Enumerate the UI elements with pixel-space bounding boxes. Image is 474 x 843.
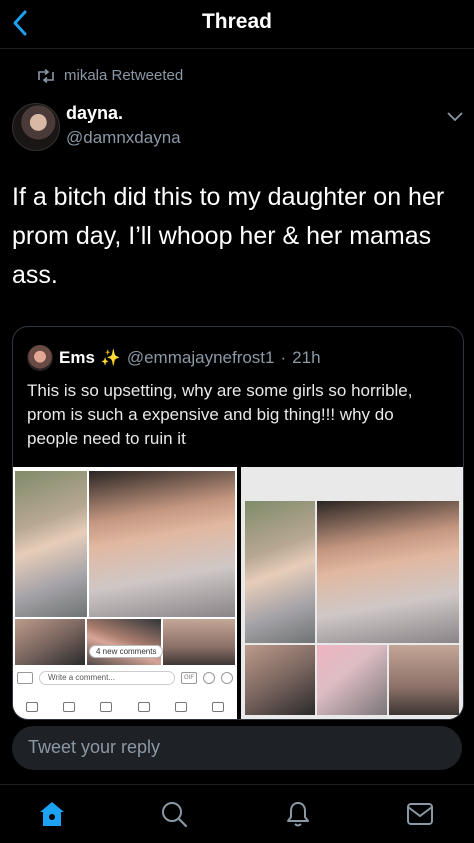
quoted-timestamp: 21h (292, 348, 321, 367)
news-feed-icon (25, 702, 38, 712)
top-bar: Thread (0, 0, 474, 49)
quoted-tweet-header: Ems ✨ @emmajaynefrost1 · 21h (27, 345, 321, 371)
quoted-tweet[interactable]: Ems ✨ @emmajaynefrost1 · 21h This is so … (12, 326, 464, 720)
tab-search[interactable] (156, 796, 192, 832)
quoted-media[interactable]: 4 new comments Write a comment... GIF (13, 467, 463, 719)
quoted-avatar (27, 345, 53, 371)
reply-placeholder: Tweet your reply (28, 737, 161, 757)
bottom-tab-bar (0, 784, 474, 843)
photo-thumbnail (245, 501, 315, 643)
send-icon (221, 672, 233, 684)
groups-icon (62, 702, 75, 712)
messages-icon (407, 803, 433, 825)
retweet-label: mikala Retweeted (64, 67, 184, 84)
tweet-text: If a bitch did this to my daughter on he… (12, 183, 445, 289)
separator-dot: · (280, 348, 287, 367)
reply-input[interactable]: Tweet your reply (12, 726, 462, 770)
profile-icon (137, 702, 150, 712)
watch-icon (174, 702, 187, 712)
retweet-context[interactable]: mikala Retweeted (36, 67, 183, 84)
sparkles-emoji: ✨ (100, 350, 121, 367)
new-comments-badge: 4 new comments (89, 645, 164, 658)
page-title: Thread (201, 10, 272, 33)
photo-thumbnail (89, 471, 235, 617)
comment-bar: Write a comment... GIF (13, 669, 237, 687)
retweet-icon (38, 68, 54, 83)
home-icon (40, 802, 64, 826)
photo-thumbnail (389, 645, 459, 715)
more-options-button[interactable] (446, 110, 464, 128)
chevron-down-icon (447, 112, 463, 122)
marketplace-icon (100, 702, 113, 712)
tab-messages[interactable] (402, 796, 438, 832)
quoted-author-name: Ems (59, 348, 95, 367)
quoted-author-handle: @emmajaynefrost1 (126, 348, 275, 367)
notifications-icon (287, 802, 309, 827)
facebook-nav-bar (13, 699, 237, 715)
emoji-icon (203, 672, 215, 684)
photo-thumbnail (87, 619, 161, 665)
author-handle[interactable]: @damnxdayna (66, 128, 181, 148)
gif-icon: GIF (181, 672, 197, 684)
tab-notifications[interactable] (280, 796, 316, 832)
menu-icon (212, 702, 225, 712)
photo-thumbnail (317, 501, 459, 643)
photo-collage (241, 467, 463, 719)
quoted-tweet-text: This is so upsetting, why are some girls… (27, 381, 413, 448)
camera-icon (17, 672, 33, 684)
search-icon (162, 802, 188, 828)
comment-input: Write a comment... (39, 671, 175, 685)
avatar[interactable] (12, 103, 60, 151)
photo-thumbnail (245, 645, 315, 715)
tab-home[interactable] (34, 796, 70, 832)
facebook-screenshot: 4 new comments Write a comment... GIF (13, 467, 237, 715)
photo-thumbnail (163, 619, 235, 665)
author-name[interactable]: dayna. (66, 103, 123, 124)
photo-thumbnail (15, 471, 87, 617)
photo-thumbnail (15, 619, 85, 665)
photo-thumbnail (317, 645, 387, 715)
